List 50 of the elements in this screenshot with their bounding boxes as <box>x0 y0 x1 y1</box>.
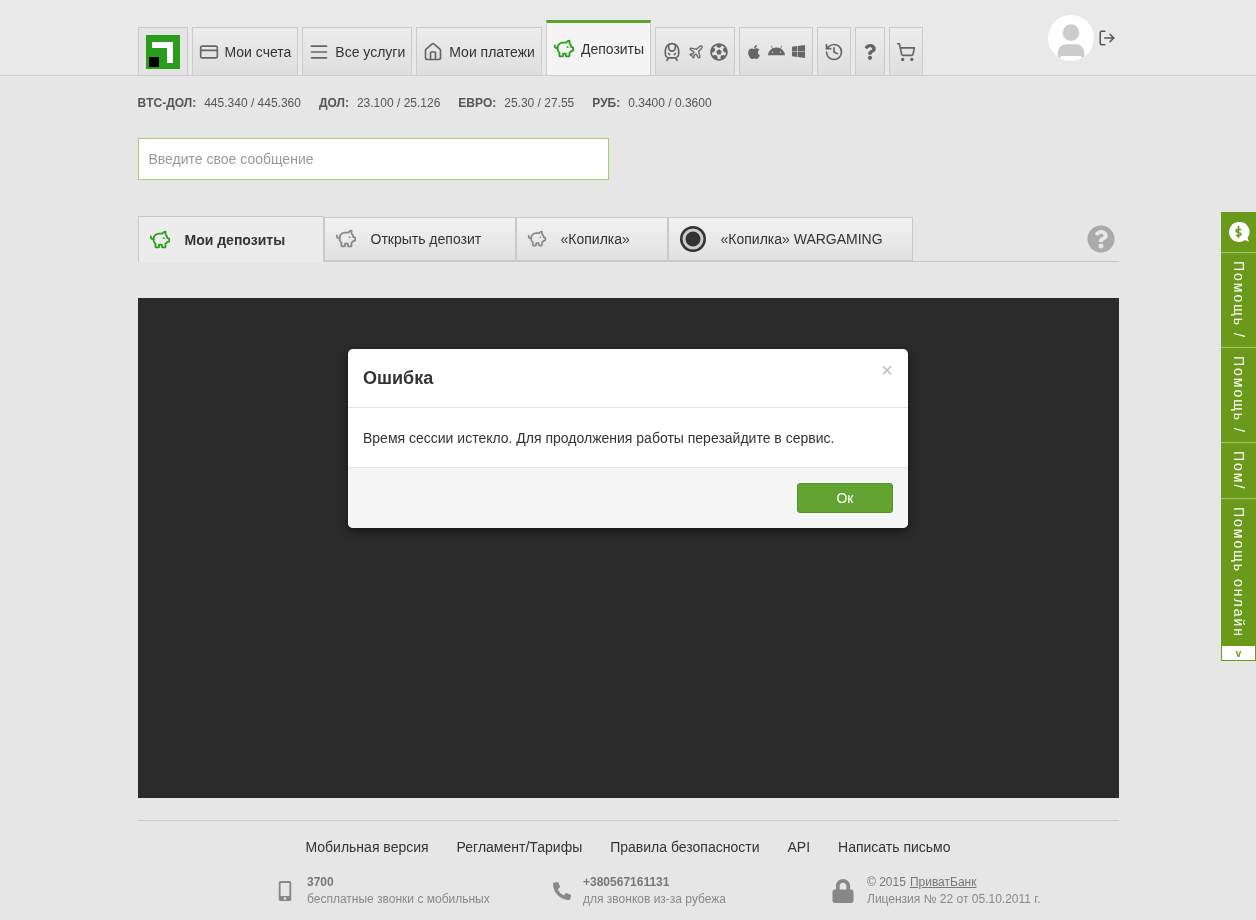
piggy-bank-icon <box>552 38 575 60</box>
cart-icon <box>896 41 917 62</box>
nav-tab[interactable] <box>739 27 814 75</box>
emblem-icon <box>678 225 707 253</box>
nav-tab[interactable] <box>655 27 736 75</box>
piggy-bank-icon <box>148 228 171 251</box>
piggy-bank-icon <box>526 229 547 249</box>
nav-tab[interactable]: Мои платежи <box>416 27 542 75</box>
footer-link[interactable]: Мобильная версия <box>305 839 429 855</box>
nav-tab[interactable]: Депозиты <box>545 20 652 75</box>
dialog-message: Время сессии истекло. Для продолжения работы перезайдите в сервис. <box>363 429 835 446</box>
contact-title: 3700 <box>307 875 335 889</box>
nav-tab[interactable] <box>889 27 924 75</box>
phone-icon <box>553 881 571 900</box>
deposit-tab[interactable]: Мои депозиты <box>137 216 324 262</box>
exchange-rate: ЕВРО: 25.30 / 27.55 <box>458 96 575 110</box>
dialog-title: Ошибка <box>363 367 434 389</box>
contact-text: Лицензия № 22 от 05.10.2011 г. <box>867 892 1041 906</box>
plane-icon <box>688 43 705 60</box>
nav-tab[interactable]: Все услуги <box>302 27 413 75</box>
bank-logo[interactable] <box>137 27 188 75</box>
footer-link[interactable]: Правила безопасности <box>610 839 760 855</box>
contact-title: +380567161131 <box>583 875 671 889</box>
footer-link[interactable]: API <box>787 839 811 855</box>
apple-icon <box>746 43 763 60</box>
contact-text: для звонков из-за рубежа <box>583 892 726 906</box>
windows-icon <box>791 44 807 59</box>
logout-icon[interactable] <box>1097 28 1116 47</box>
deposit-tab[interactable]: Открыть депозит <box>323 217 516 261</box>
bank-link[interactable]: ПриватБанк <box>909 875 977 889</box>
history-icon <box>824 41 845 62</box>
message-field[interactable]: Введите свое сообщение <box>137 138 609 180</box>
lock-icon <box>831 878 855 903</box>
footer-link[interactable]: Написать письмо <box>838 839 951 855</box>
exchange-rate: РУБ: 0.3400 / 0.3600 <box>592 96 712 110</box>
contact-text: бесплатные звонки с мобильных <box>307 892 490 906</box>
exchange-rate: ДОЛ: 23.100 / 25.126 <box>318 96 441 110</box>
deposit-tab[interactable]: «Копилка» <box>515 217 668 261</box>
deposit-tab[interactable]: «Копилка» WARGAMING <box>667 217 913 261</box>
home-icon <box>423 41 444 62</box>
footer-link[interactable]: Регламент/Тарифы <box>456 839 583 855</box>
nav-tab[interactable] <box>817 27 852 75</box>
nav-tab[interactable]: Мои счета <box>191 27 299 75</box>
contact-title: © 2015 ПриватБанк <box>867 875 978 889</box>
exchange-rate: BTC-ДОЛ: 445.340 / 445.360 <box>137 96 301 110</box>
nav-tab[interactable] <box>855 27 886 75</box>
help-icon <box>862 43 879 60</box>
train-icon <box>662 41 683 62</box>
chat-bubble-icon[interactable] <box>1227 221 1250 243</box>
piggy-bank-icon <box>334 228 357 250</box>
